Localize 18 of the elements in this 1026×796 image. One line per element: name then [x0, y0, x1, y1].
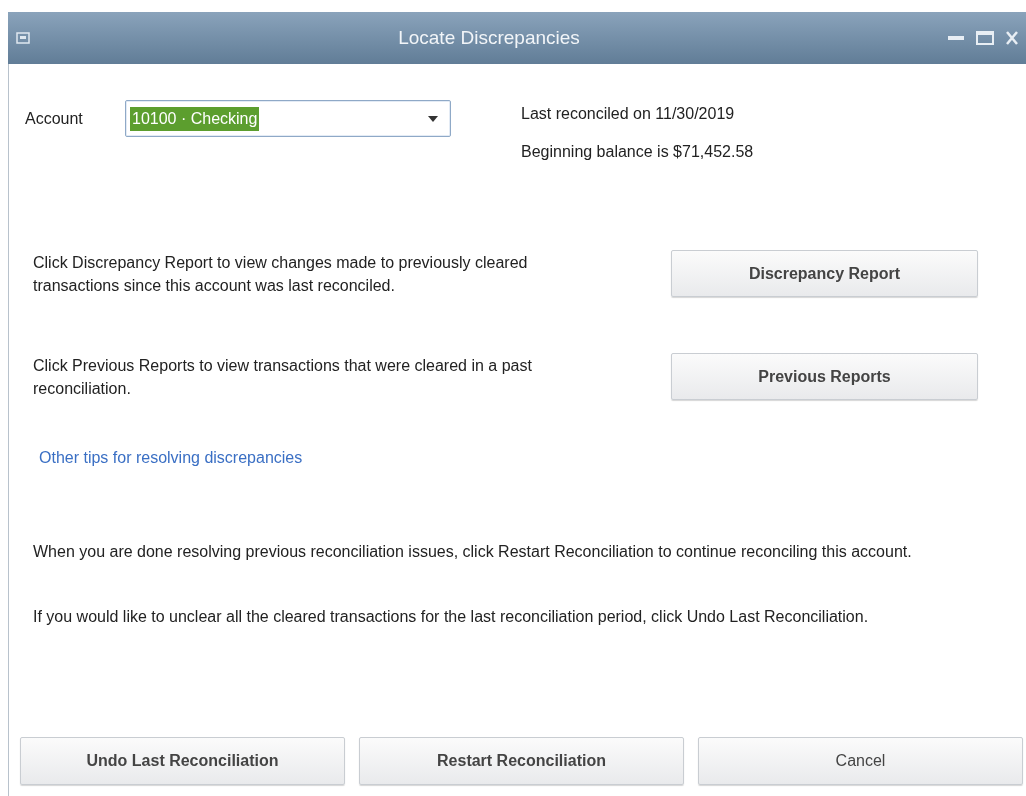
description-text: Click Previous Reports to view transactions that were cleared in a past reconciliation. — [32, 355, 533, 399]
cancel-button[interactable]: Cancel — [698, 737, 1023, 785]
description-text: Click Discrepancy Report to view changes made to previously cleared transactions since this account was last reconciled. — [32, 252, 529, 296]
close-icon[interactable] — [1006, 31, 1018, 45]
info-text: Beginning balance is $71,452.58 — [521, 142, 754, 162]
report-button[interactable]: Previous Reports — [671, 353, 978, 400]
account-label: Account — [25, 108, 84, 129]
action-button[interactable]: Restart Reconciliation — [359, 737, 684, 785]
window-title: Locate Discrepancies — [398, 25, 580, 50]
note-text: When you are done resolving previous reconciliation issues, click Restart Reconciliation to continue reconciling this account. — [32, 542, 913, 562]
action-button[interactable]: Undo Last Reconciliation — [20, 737, 345, 785]
window-menu-icon[interactable] — [16, 32, 30, 44]
info-text: Last reconciled on 11/30/2019 — [521, 104, 736, 124]
maximize-icon[interactable] — [976, 31, 994, 45]
note-text: If you would like to unclear all the cleared transactions for the last reconciliation period, click Undo Last Reconciliation. — [32, 607, 870, 627]
tips-link[interactable]: Other tips for resolving discrepancies — [39, 446, 303, 470]
report-button[interactable]: Discrepancy Report — [671, 250, 978, 297]
dropdown-caret-icon — [428, 115, 438, 122]
